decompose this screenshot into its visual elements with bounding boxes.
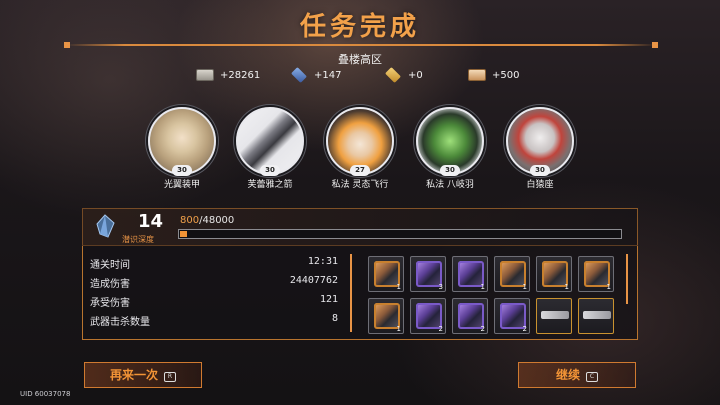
stat-label: 武器击杀数量	[90, 317, 150, 328]
stat-row: 通关时间 12:31	[90, 254, 338, 272]
reward-count: 1	[522, 283, 527, 291]
reward-item[interactable]: 1	[536, 256, 572, 292]
reward-item[interactable]: 1	[494, 256, 530, 292]
xp-progress-fill	[180, 231, 187, 237]
divider-cap-right	[652, 42, 658, 48]
depth-label: 潜识深度	[122, 235, 154, 244]
reward-count: 2	[438, 325, 443, 333]
character-name: 私法 灵态飞行	[331, 180, 389, 190]
reward-count: 3	[438, 283, 443, 291]
reward-count: 1	[564, 283, 569, 291]
currency-ticket-value: +500	[492, 69, 520, 81]
reward-item[interactable]: 2	[452, 298, 488, 334]
weapon-icon	[583, 311, 611, 319]
xp-progress-bar	[178, 229, 622, 239]
currency-cash: +28261	[196, 66, 260, 84]
depth-crystal-icon	[96, 214, 115, 238]
level-badge: 27	[350, 165, 370, 176]
stat-row: 造成伤害 24407762	[90, 273, 338, 291]
character-name: 芙蕾雅之箭	[247, 180, 293, 190]
weapon-icon	[541, 311, 569, 319]
retry-key-hint: R	[164, 372, 176, 382]
reward-scrollbar[interactable]	[626, 254, 628, 304]
currency-cube: +147	[290, 66, 341, 84]
stat-label: 通关时间	[90, 260, 130, 271]
stat-value: 121	[319, 294, 338, 305]
gold-gem-icon	[385, 67, 401, 83]
reward-count: 1	[396, 325, 401, 333]
stat-value: 8	[331, 313, 338, 324]
reward-item[interactable]: 1	[368, 298, 404, 334]
reward-count: 2	[522, 325, 527, 333]
level-badge: 30	[172, 165, 192, 176]
panel-divider	[350, 254, 352, 332]
character-name: 光翼装甲	[163, 180, 200, 190]
stat-row: 承受伤害 121	[90, 292, 338, 310]
reward-item[interactable]: 1	[452, 256, 488, 292]
reward-item[interactable]: 2	[410, 298, 446, 334]
stat-value: 12:31	[307, 256, 338, 267]
reward-item[interactable]: 1	[578, 256, 614, 292]
page-title: 任务完成	[299, 12, 420, 42]
depth-header	[82, 208, 638, 246]
currency-ticket: +500	[468, 66, 519, 84]
stage-name: 叠楼高区	[338, 53, 382, 66]
retry-button[interactable]: 再来一次 R	[84, 362, 202, 388]
currency-gem: +0	[384, 66, 423, 84]
continue-button[interactable]: 继续 C	[518, 362, 636, 388]
ticket-icon	[468, 69, 486, 81]
stat-row: 武器击杀数量 8	[90, 311, 338, 329]
divider-cap-left	[64, 42, 70, 48]
xp-readout: 800/48000	[180, 215, 234, 226]
retry-label: 再来一次	[109, 368, 158, 382]
reward-count: 2	[480, 325, 485, 333]
title-divider	[64, 42, 658, 48]
xp-total: /48000	[199, 215, 235, 226]
character-name: 白猿座	[526, 180, 554, 190]
currency-cash-value: +28261	[220, 69, 261, 81]
reward-item[interactable]	[536, 298, 572, 334]
reward-item[interactable]: 1	[368, 256, 404, 292]
reward-grid: 1 3 1 1 1 1 1 2 2 2	[368, 256, 620, 336]
currency-gem-value: +0	[408, 69, 423, 81]
continue-key-hint: C	[586, 372, 598, 382]
level-badge: 30	[530, 165, 550, 176]
reward-count: 1	[396, 283, 401, 291]
stat-value: 24407762	[289, 275, 338, 286]
reward-item[interactable]: 2	[494, 298, 530, 334]
character-name: 私法 八岐羽	[426, 180, 474, 190]
reward-item[interactable]: 3	[410, 256, 446, 292]
depth-value: 14	[138, 211, 164, 232]
stat-label: 造成伤害	[90, 279, 130, 290]
user-id: UID 60037078	[20, 390, 71, 398]
currency-cube-value: +147	[314, 69, 342, 81]
level-badge: 30	[260, 165, 280, 176]
blue-cube-icon	[291, 67, 307, 83]
cash-bill-icon	[196, 69, 214, 81]
level-badge: 30	[440, 165, 460, 176]
stat-label: 承受伤害	[90, 298, 130, 309]
reward-count: 1	[480, 283, 485, 291]
reward-item[interactable]	[578, 298, 614, 334]
continue-label: 继续	[555, 368, 580, 382]
reward-count: 1	[606, 283, 611, 291]
xp-current: 800	[180, 215, 200, 226]
